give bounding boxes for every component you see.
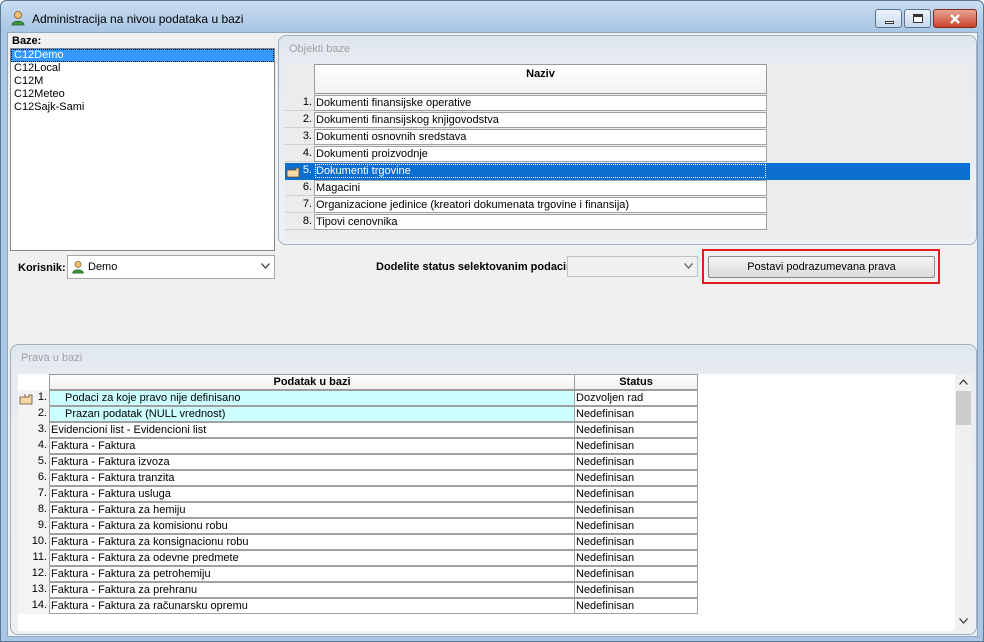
window-title: Administracija na nivou podataka u bazi bbox=[32, 12, 244, 26]
title-bar: Administracija na nivou podataka u bazi bbox=[1, 1, 983, 31]
user-icon bbox=[11, 11, 25, 26]
prava-row-status[interactable]: Nedefinisan bbox=[574, 454, 698, 470]
prava-row-status[interactable]: Nedefinisan bbox=[574, 438, 698, 454]
maximize-button[interactable] bbox=[904, 9, 931, 28]
objekti-row-naziv[interactable]: Dokumenti trgovine bbox=[314, 163, 767, 179]
baze-list-item[interactable]: C12Meteo bbox=[11, 88, 274, 101]
prava-row-podatak[interactable]: Faktura - Faktura tranzita bbox=[49, 470, 575, 486]
prava-grid[interactable]: Podatak u bazi Status 1. Podaci za koje p… bbox=[18, 374, 963, 631]
prava-row-status[interactable]: Dozvoljen rad bbox=[574, 390, 698, 406]
baze-list-item[interactable]: C12Sajk-Sami bbox=[11, 101, 274, 114]
korisnik-value: Demo bbox=[88, 261, 118, 273]
prava-row-podatak[interactable]: Faktura - Faktura za komisionu robu bbox=[49, 518, 575, 534]
prava-row-status[interactable]: Nedefinisan bbox=[574, 598, 698, 614]
objekti-row-number[interactable]: 3. bbox=[285, 129, 314, 145]
restore-icon bbox=[913, 14, 923, 23]
objekti-row-naziv[interactable]: Dokumenti finansijske operative bbox=[314, 95, 767, 111]
close-button[interactable] bbox=[933, 9, 977, 28]
objekti-grid[interactable]: Naziv 1. Dokumenti finansijske operative 2… bbox=[285, 64, 970, 240]
prava-panel: Prava u bazi Podatak u bazi Status 1. Pod… bbox=[10, 344, 977, 635]
app-window: Administracija na nivou podataka u bazi … bbox=[0, 0, 984, 642]
prava-row-number[interactable]: 8. bbox=[18, 502, 49, 518]
objekti-row-number[interactable]: 5. bbox=[285, 163, 314, 179]
prava-row-status[interactable]: Nedefinisan bbox=[574, 470, 698, 486]
prava-row-number[interactable]: 12. bbox=[18, 566, 49, 582]
prava-row-podatak[interactable]: Faktura - Faktura za računarsku opremu bbox=[49, 598, 575, 614]
korisnik-combobox[interactable]: Demo bbox=[67, 255, 275, 279]
prava-panel-title: Prava u bazi bbox=[21, 352, 83, 364]
baze-list-item[interactable]: C12Local bbox=[11, 62, 274, 75]
prava-row-podatak[interactable]: Faktura - Faktura za prehranu bbox=[49, 582, 575, 598]
prava-row-podatak[interactable]: Faktura - Faktura usluga bbox=[49, 486, 575, 502]
prava-row-status[interactable]: Nedefinisan bbox=[574, 486, 698, 502]
prava-row-status[interactable]: Nedefinisan bbox=[574, 582, 698, 598]
prava-row-number[interactable]: 4. bbox=[18, 438, 49, 454]
prava-row-status[interactable]: Nedefinisan bbox=[574, 550, 698, 566]
prava-row-status[interactable]: Nedefinisan bbox=[574, 518, 698, 534]
objekti-row-number[interactable]: 6. bbox=[285, 180, 314, 196]
status-assign-label: Dodelite status selektovanim podacima: bbox=[376, 261, 586, 273]
chevron-down-icon bbox=[684, 263, 693, 269]
prava-row-podatak[interactable]: Faktura - Faktura za konsignacionu robu bbox=[49, 534, 575, 550]
objekti-row-naziv[interactable]: Organizacione jedinice (kreatori dokumen… bbox=[314, 197, 767, 213]
prava-row-podatak[interactable]: Faktura - Faktura bbox=[49, 438, 575, 454]
prava-vertical-scrollbar[interactable] bbox=[955, 374, 972, 631]
postavi-podrazumevana-prava-button[interactable]: Postavi podrazumevana prava bbox=[708, 256, 935, 278]
baze-listbox[interactable]: C12Demo C12Local C12M C12Meteo C12Sajk-Sami bbox=[10, 48, 275, 251]
prava-row-number[interactable]: 11. bbox=[18, 550, 49, 566]
prava-row-podatak[interactable]: Faktura - Faktura za odevne predmete bbox=[49, 550, 575, 566]
chevron-up-icon[interactable] bbox=[959, 379, 968, 385]
objekti-row-naziv[interactable]: Magacini bbox=[314, 180, 767, 196]
objekti-row-number[interactable]: 2. bbox=[285, 112, 314, 128]
objekti-row-naziv[interactable]: Dokumenti finansijskog knjigovodstva bbox=[314, 112, 767, 128]
prava-row-number[interactable]: 3. bbox=[18, 422, 49, 438]
chevron-down-icon bbox=[261, 263, 270, 269]
hand-pointer-icon bbox=[19, 394, 33, 405]
baze-list-item[interactable]: C12Demo bbox=[11, 49, 274, 62]
prava-row-number[interactable]: 2. bbox=[18, 406, 49, 422]
objekti-row-naziv[interactable]: Dokumenti proizvodnje bbox=[314, 146, 767, 162]
chevron-down-icon[interactable] bbox=[959, 618, 968, 624]
prava-row-number[interactable]: 5. bbox=[18, 454, 49, 470]
objekti-row-naziv[interactable]: Tipovi cenovnika bbox=[314, 214, 767, 230]
client-area: Baze: C12Demo C12Local C12M C12Meteo C12Sajk… bbox=[7, 32, 978, 637]
prava-row-status[interactable]: Nedefinisan bbox=[574, 566, 698, 582]
status-assign-combobox[interactable] bbox=[567, 256, 698, 277]
objekti-panel-title: Objekti baze bbox=[289, 43, 351, 55]
prava-row-podatak[interactable]: Faktura - Faktura izvoza bbox=[49, 454, 575, 470]
close-icon bbox=[950, 14, 960, 24]
prava-row-number[interactable]: 13. bbox=[18, 582, 49, 598]
objekti-header-naziv[interactable]: Naziv bbox=[314, 64, 767, 94]
user-icon bbox=[72, 260, 84, 274]
baze-list-item[interactable]: C12M bbox=[11, 75, 274, 88]
objekti-row-number[interactable]: 8. bbox=[285, 214, 314, 230]
objekti-row-naziv[interactable]: Dokumenti osnovnih sredstava bbox=[314, 129, 767, 145]
prava-row-number[interactable]: 9. bbox=[18, 518, 49, 534]
prava-row-status[interactable]: Nedefinisan bbox=[574, 502, 698, 518]
prava-row-status[interactable]: Nedefinisan bbox=[574, 422, 698, 438]
prava-row-podatak[interactable]: Faktura - Faktura za petrohemiju bbox=[49, 566, 575, 582]
prava-header-status[interactable]: Status bbox=[574, 374, 698, 390]
prava-row-podatak[interactable]: Prazan podatak (NULL vrednost) bbox=[49, 406, 575, 422]
objekti-row-number[interactable]: 4. bbox=[285, 146, 314, 162]
prava-row-podatak[interactable]: Evidencioni list - Evidencioni list bbox=[49, 422, 575, 438]
prava-row-status[interactable]: Nedefinisan bbox=[574, 406, 698, 422]
prava-row-number[interactable]: 7. bbox=[18, 486, 49, 502]
prava-row-number[interactable]: 6. bbox=[18, 470, 49, 486]
prava-row-number[interactable]: 14. bbox=[18, 598, 49, 614]
korisnik-label: Korisnik: bbox=[18, 262, 66, 274]
scrollbar-thumb[interactable] bbox=[956, 391, 971, 425]
prava-row-status[interactable]: Nedefinisan bbox=[574, 534, 698, 550]
baze-label: Baze: bbox=[12, 35, 42, 47]
prava-header-podatak[interactable]: Podatak u bazi bbox=[49, 374, 575, 390]
minimize-button[interactable] bbox=[875, 9, 902, 28]
objekti-panel: Objekti baze Naziv 1. Dokumenti finansijs… bbox=[278, 35, 977, 245]
objekti-row-number[interactable]: 7. bbox=[285, 197, 314, 213]
prava-row-number[interactable]: 10. bbox=[18, 534, 49, 550]
minimize-icon bbox=[885, 21, 894, 24]
objekti-row-number[interactable]: 1. bbox=[285, 95, 314, 111]
prava-row-podatak[interactable]: Faktura - Faktura za hemiju bbox=[49, 502, 575, 518]
prava-row-podatak[interactable]: Podaci za koje pravo nije definisano bbox=[49, 390, 575, 406]
